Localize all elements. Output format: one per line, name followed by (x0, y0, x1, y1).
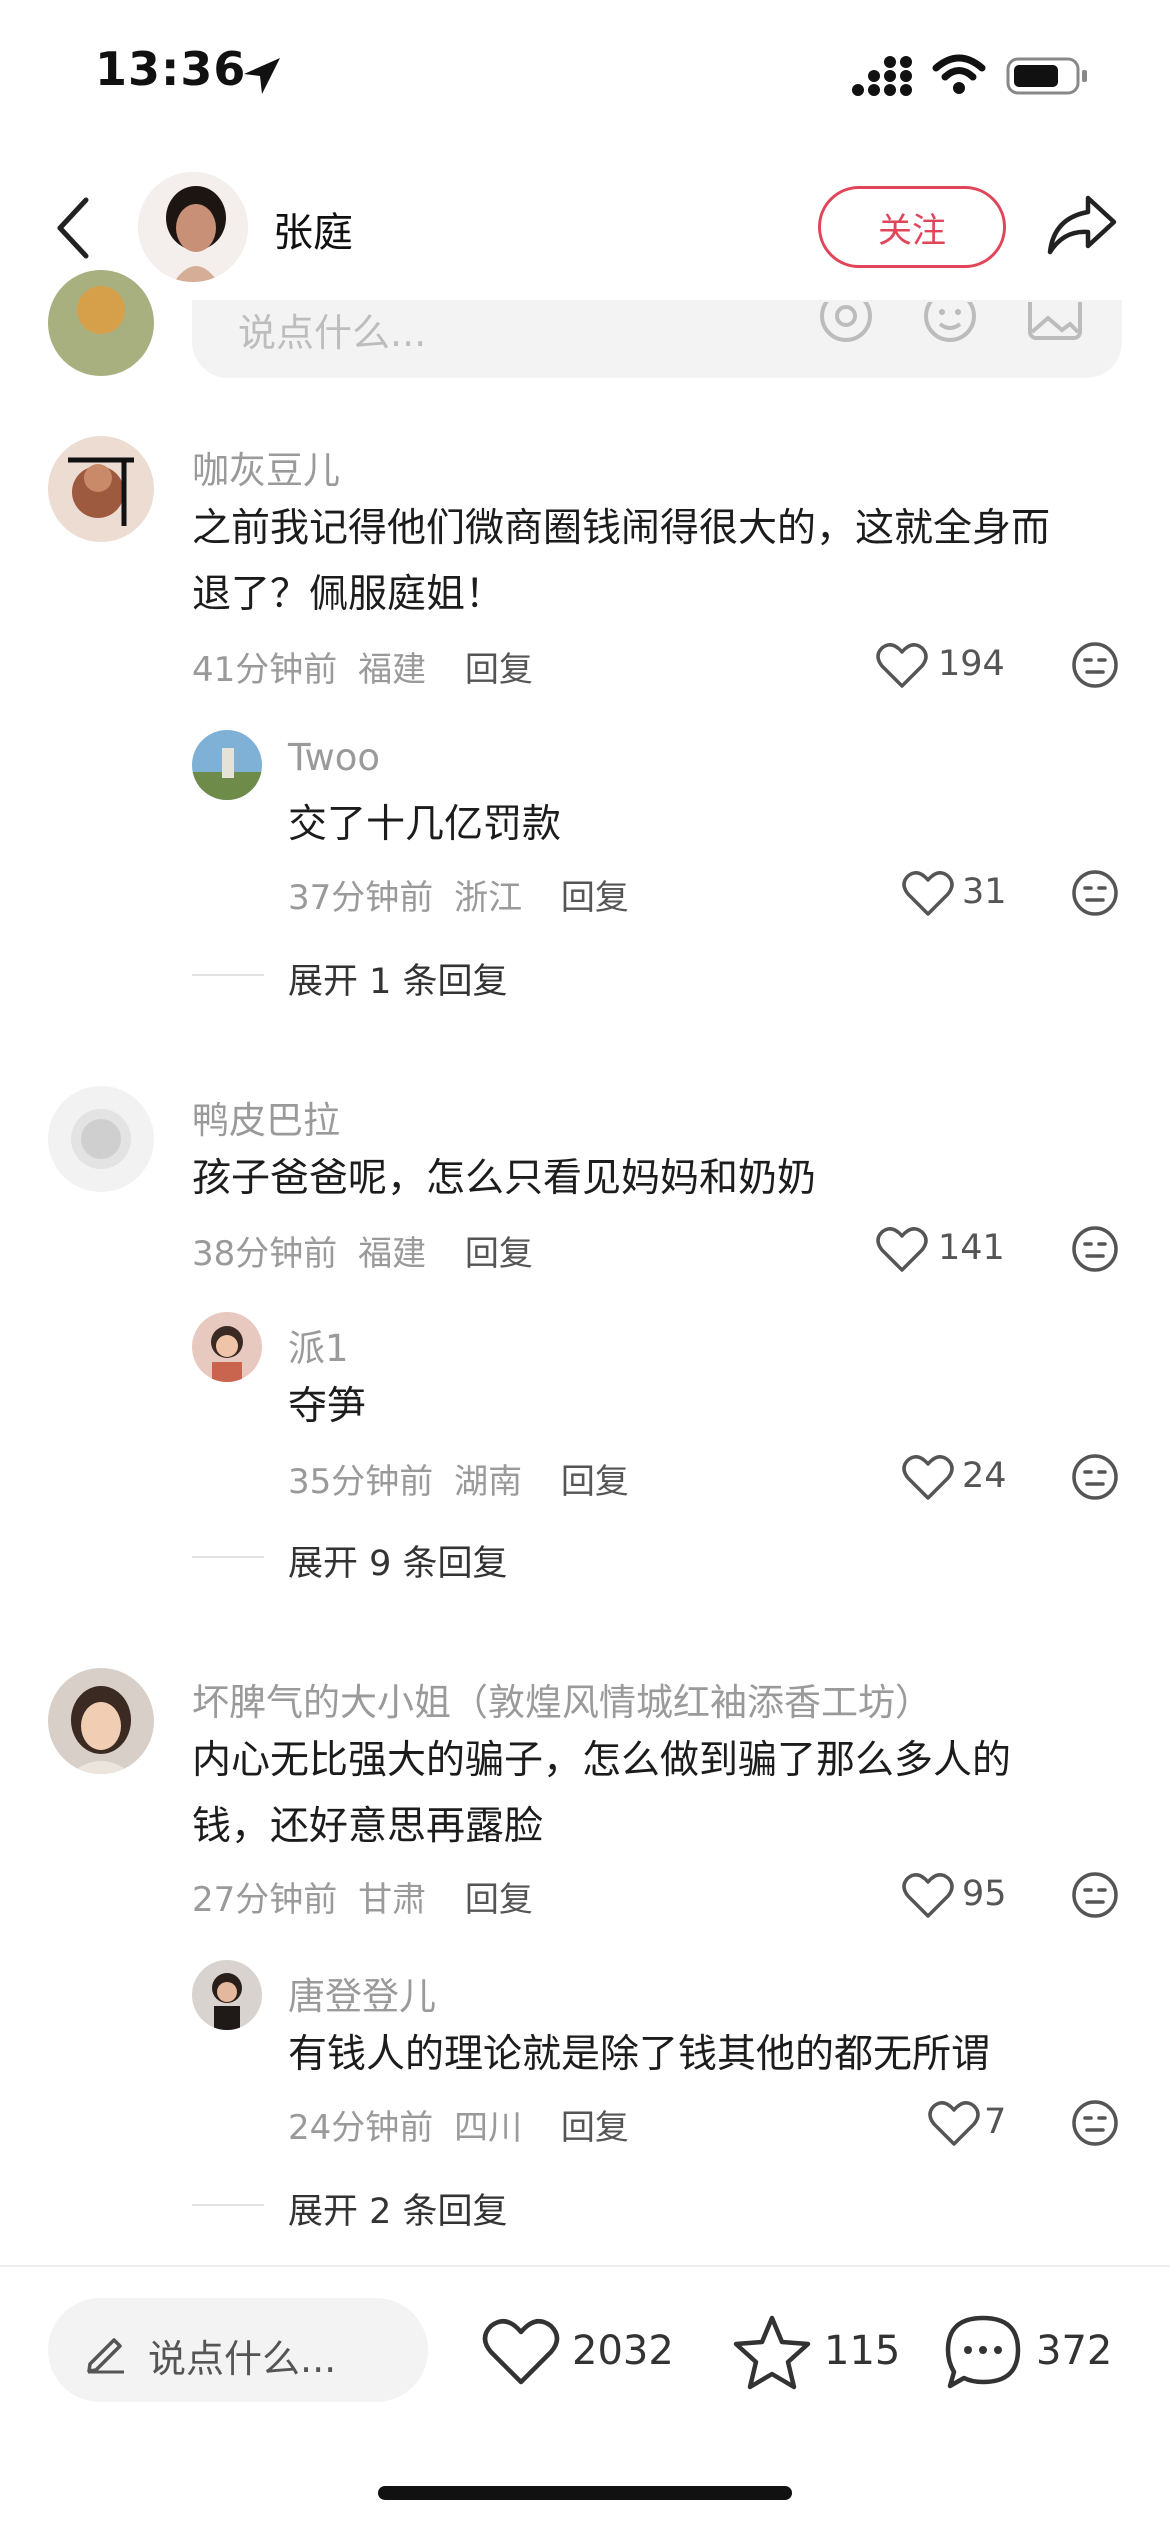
comment-region: 甘肃 (358, 1880, 427, 1920)
edit-icon (87, 2338, 124, 2374)
comment-region: 福建 (358, 1234, 427, 1274)
heart-icon[interactable] (928, 2100, 980, 2148)
comment-text: 之前我记得他们微商圈钱闹得很大的，这就全身而 退了？佩服庭姐！ (192, 496, 1122, 628)
follow-button[interactable]: 关注 (818, 186, 1006, 268)
emoji-icon[interactable] (920, 302, 980, 352)
dislike-icon[interactable] (1070, 1870, 1120, 1920)
comment-time: 27分钟前 (192, 1880, 338, 1920)
reply-text: 有钱人的理论就是除了钱其他的都无所谓 (288, 2032, 991, 2077)
like-count: 31 (962, 872, 1007, 912)
reply-button[interactable]: 回复 (561, 2108, 629, 2148)
expand-replies-button[interactable]: 展开 2 条回复 (288, 2183, 508, 2234)
like-count: 141 (938, 1228, 1005, 1268)
dislike-icon[interactable] (1070, 2098, 1120, 2148)
comment-text-line: 之前我记得他们微商圈钱闹得很大的，这就全身而 (192, 506, 1051, 551)
comment-region: 福建 (358, 650, 427, 690)
image-icon[interactable] (1026, 302, 1086, 352)
reply-avatar[interactable] (192, 1312, 262, 1382)
heart-icon[interactable] (876, 642, 928, 690)
like-count: 24 (962, 1456, 1007, 1496)
share-icon[interactable] (1044, 192, 1120, 260)
reply-region: 四川 (454, 2108, 523, 2148)
reply-author-name[interactable]: 唐登登儿 (288, 1966, 436, 2020)
reply-author-name[interactable]: Twoo (288, 736, 380, 779)
reply-button[interactable]: 回复 (465, 1880, 533, 1920)
dislike-icon[interactable] (1070, 1452, 1120, 1502)
reply-time: 35分钟前 (288, 1462, 434, 1502)
reply-text: 夺笋 (288, 1384, 367, 1429)
comment-author-name[interactable]: 咖灰豆儿 (192, 440, 340, 494)
comment-text-line: 钱，还好意思再露脸 (192, 1804, 544, 1849)
comment-time: 41分钟前 (192, 650, 338, 690)
comment-text-line: 内心无比强大的骗子，怎么做到骗了那么多人的 (192, 1738, 1012, 1783)
comment-text: 孩子爸爸呢，怎么只看见妈妈和奶奶 (192, 1156, 817, 1201)
like-total: 2032 (572, 2328, 674, 2374)
comment-text-line: 退了？佩服庭姐！ (192, 572, 505, 617)
comment-meta: 27分钟前 甘肃 回复 (192, 1872, 533, 1921)
battery-icon (1006, 57, 1087, 95)
reply-region: 浙江 (454, 878, 523, 918)
expand-divider (192, 974, 264, 976)
bottom-input-placeholder: 说点什么... (148, 2337, 337, 2381)
reply-text: 交了十几亿罚款 (288, 802, 562, 847)
reply-meta: 35分钟前 湖南 回复 (288, 1454, 629, 1503)
like-count: 95 (962, 1874, 1007, 1914)
favorite-total: 115 (824, 2328, 901, 2374)
reply-avatar[interactable] (192, 1960, 262, 2030)
star-icon[interactable] (732, 2314, 812, 2390)
comment-avatar[interactable] (48, 1668, 154, 1774)
like-count: 194 (938, 644, 1005, 684)
at-icon[interactable] (816, 302, 876, 352)
my-avatar (48, 270, 154, 376)
dislike-icon[interactable] (1070, 868, 1120, 918)
reply-time: 24分钟前 (288, 2108, 434, 2148)
expand-divider (192, 1556, 264, 1558)
comment-time: 38分钟前 (192, 1234, 338, 1274)
reply-button[interactable]: 回复 (465, 1234, 533, 1274)
like-count: 7 (984, 2102, 1007, 2142)
comment-author-name[interactable]: 坏脾气的大小姐（敦煌风情城红袖添香工坊） (192, 1672, 932, 1726)
comment-text: 内心无比强大的骗子，怎么做到骗了那么多人的 钱，还好意思再露脸 (192, 1728, 1122, 1860)
back-icon[interactable] (48, 192, 98, 264)
comment-author-name[interactable]: 鸭皮巴拉 (192, 1090, 340, 1144)
heart-icon[interactable] (902, 1454, 954, 1502)
comment-avatar[interactable] (48, 436, 154, 542)
dislike-icon[interactable] (1070, 1224, 1120, 1274)
comment-meta: 41分钟前 福建 回复 (192, 642, 533, 691)
heart-icon[interactable] (902, 1872, 954, 1920)
heart-icon[interactable] (902, 870, 954, 918)
expand-replies-button[interactable]: 展开 9 条回复 (288, 1535, 508, 1586)
status-time: 13:36 (95, 42, 247, 96)
reply-author-name[interactable]: 派1 (288, 1318, 349, 1372)
dislike-icon[interactable] (1070, 640, 1120, 690)
comment-meta: 38分钟前 福建 回复 (192, 1226, 533, 1275)
reply-meta: 37分钟前 浙江 回复 (288, 870, 629, 919)
reply-avatar[interactable] (192, 730, 262, 800)
comment-icon[interactable] (942, 2312, 1024, 2392)
author-name[interactable]: 张庭 (273, 200, 353, 258)
wifi-icon (932, 54, 986, 94)
comment-total: 372 (1036, 2328, 1113, 2374)
heart-icon[interactable] (876, 1226, 928, 1274)
reply-time: 37分钟前 (288, 878, 434, 918)
reply-button[interactable]: 回复 (561, 1462, 629, 1502)
expand-replies-button[interactable]: 展开 1 条回复 (288, 953, 508, 1004)
author-avatar[interactable] (138, 172, 248, 282)
compose-placeholder: 说点什么... (238, 311, 427, 355)
home-indicator (378, 2486, 792, 2500)
reply-button[interactable]: 回复 (561, 878, 629, 918)
expand-divider (192, 2204, 264, 2206)
comment-avatar[interactable] (48, 1086, 154, 1192)
reply-meta: 24分钟前 四川 回复 (288, 2100, 629, 2149)
location-icon (244, 58, 280, 94)
reply-region: 湖南 (454, 1462, 523, 1502)
reply-button[interactable]: 回复 (465, 650, 533, 690)
signal-icon (852, 56, 912, 96)
heart-icon[interactable] (482, 2316, 560, 2388)
